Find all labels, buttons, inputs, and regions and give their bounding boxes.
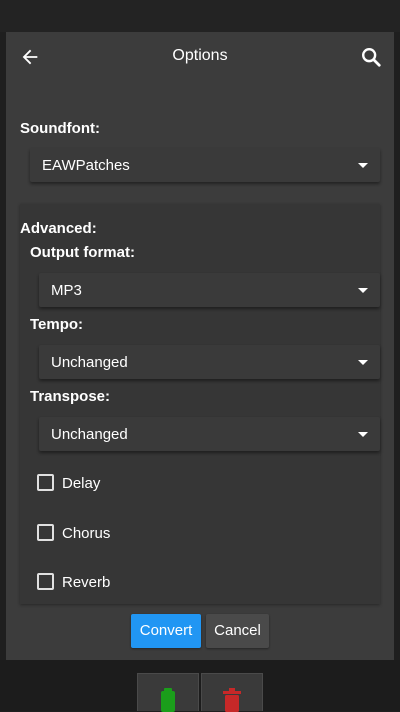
- chevron-down-icon: [358, 163, 368, 168]
- reverb-checkbox[interactable]: [37, 573, 54, 590]
- status-bar-area: [0, 0, 400, 32]
- cancel-button[interactable]: Cancel: [206, 614, 269, 648]
- green-file-icon: [161, 688, 175, 712]
- tempo-value: Unchanged: [51, 354, 128, 371]
- advanced-label: Advanced:: [20, 220, 97, 237]
- chevron-down-icon: [358, 288, 368, 293]
- chevron-down-icon: [358, 360, 368, 365]
- soundfont-label: Soundfont:: [20, 120, 100, 137]
- red-trash-icon: [223, 688, 241, 712]
- chorus-label: Chorus: [62, 525, 111, 542]
- output-format-select[interactable]: MP3: [39, 273, 380, 307]
- soundfont-select[interactable]: EAWPatches: [30, 148, 380, 182]
- delay-label: Delay: [62, 475, 101, 492]
- soundfont-value: EAWPatches: [42, 157, 130, 174]
- tempo-label: Tempo:: [30, 316, 84, 333]
- delay-checkbox[interactable]: [37, 474, 54, 491]
- transpose-value: Unchanged: [51, 426, 128, 443]
- chorus-checkbox[interactable]: [37, 524, 54, 541]
- dialog-header: Options: [6, 32, 394, 82]
- delete-fab-button[interactable]: [201, 673, 263, 712]
- transpose-select[interactable]: Unchanged: [39, 417, 380, 451]
- transpose-label: Transpose:: [30, 388, 111, 405]
- tempo-select[interactable]: Unchanged: [39, 345, 380, 379]
- bottom-bar: [0, 660, 400, 711]
- search-icon[interactable]: [360, 46, 382, 68]
- output-format-label: Output format:: [30, 244, 135, 261]
- options-dialog: Options Soundfont: EAWPatches Advanced: …: [6, 32, 394, 660]
- file-fab-button[interactable]: [137, 673, 199, 712]
- page-title: Options: [172, 47, 228, 64]
- output-format-value: MP3: [51, 282, 82, 299]
- convert-button[interactable]: Convert: [131, 614, 201, 648]
- reverb-label: Reverb: [62, 574, 111, 591]
- chevron-down-icon: [358, 432, 368, 437]
